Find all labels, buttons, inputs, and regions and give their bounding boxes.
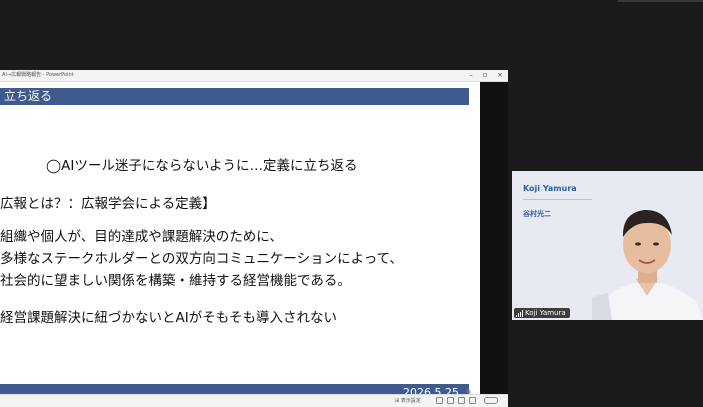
slide-line-5: 社会的に望ましい関係を構築・維持する経営機能である。 <box>0 273 351 289</box>
zoom-icon[interactable] <box>484 397 498 404</box>
video-divider <box>523 199 603 200</box>
video-tile[interactable]: Koji Yamura 谷村光二 Koji Yamura <box>512 171 703 320</box>
slide-line-3: 組織や個人が、目的達成や課題解決のために、 <box>0 229 283 245</box>
scrollbar-area[interactable] <box>480 82 508 394</box>
participant-label-text: Koji Yamura <box>525 309 566 317</box>
slideshow-icon[interactable] <box>469 397 476 404</box>
slide-line-2: 広報とは？：広報学会による定義】 <box>0 196 216 212</box>
slide-sorter-icon[interactable] <box>447 397 454 404</box>
reading-view-icon[interactable] <box>458 397 465 404</box>
signal-bars-icon <box>516 309 523 317</box>
slide-line-1: ◯AIツール迷子にならないように…定義に立ち返る <box>46 158 358 174</box>
video-name-en: Koji Yamura <box>523 184 577 193</box>
top-toolbar-hint <box>618 0 703 2</box>
minimize-icon[interactable]: – <box>464 70 478 81</box>
window-title: AI→広報戦略報告 - PowerPoint <box>2 72 74 78</box>
close-icon[interactable]: × <box>493 70 507 81</box>
slide-line-4: 多様なステークホルダーとの双方向コミュニケーションによって、 <box>0 251 403 267</box>
participant-video-image <box>592 193 703 320</box>
status-bar: ⊞ 表示設定 <box>0 394 508 407</box>
normal-view-icon[interactable] <box>436 397 443 404</box>
slide-line-6: 経営課題解決に紐づかないとAIがそもそも導入されない <box>0 310 337 326</box>
participant-name-label: Koji Yamura <box>514 308 570 318</box>
top-dark-area <box>0 0 703 70</box>
restore-icon[interactable]: ▫ <box>478 70 492 81</box>
status-view-settings[interactable]: ⊞ 表示設定 <box>395 397 421 404</box>
slide-canvas: 立ち返る ◯AIツール迷子にならないように…定義に立ち返る 広報とは？：広報学会… <box>0 82 480 402</box>
slide-header-text: 立ち返る <box>4 89 53 103</box>
window-titlebar: AI→広報戦略報告 - PowerPoint – ▫ × <box>0 70 508 82</box>
powerpoint-window: AI→広報戦略報告 - PowerPoint – ▫ × 立ち返る ◯AIツール… <box>0 70 508 407</box>
video-name-jp: 谷村光二 <box>523 210 551 218</box>
slide-header-band: 立ち返る <box>0 88 469 105</box>
